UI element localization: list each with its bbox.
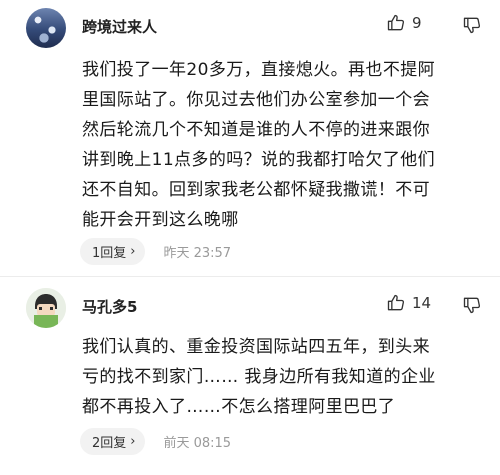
replies-button[interactable]: 1回复 › [80,238,146,265]
like-count: 9 [412,14,422,32]
divider [0,276,500,277]
thumbs-up-icon [387,294,405,311]
comment-line: 里国际站了。你见过去他们办公室参加一个会 [82,90,430,110]
comment-meta: 1回复 › 昨天 23:57 [80,238,231,265]
comment-line: 亏的找不到家门…… 我身边所有我知道的企业 [82,367,436,387]
thumbs-down-icon[interactable] [462,295,482,315]
avatar[interactable] [26,8,66,48]
replies-button[interactable]: 2回复 › [80,428,146,455]
comment-line: 都不再投入了……不怎么搭理阿里巴巴了 [82,397,396,417]
comment-line: 还不自知。回到家我老公都怀疑我撒谎！不可 [82,180,430,200]
replies-label: 2回复 [92,436,127,451]
thumbs-down-icon[interactable] [462,15,482,35]
comment-text: 我们投了一年20多万，直接熄火。再也不提阿 里国际站了。你见过去他们办公室参加一… [82,55,482,235]
comment-line: 能开会开到这么晚哪 [82,210,239,230]
comment-line: 我们认真的、重金投资国际站四五年，到头来 [82,337,430,357]
comment-meta: 2回复 › 前天 08:15 [80,428,231,455]
like-button[interactable]: 14 [386,293,431,313]
like-count: 14 [412,294,432,312]
avatar[interactable] [26,288,66,328]
timestamp: 前天 08:15 [163,436,232,451]
username[interactable]: 马孔多5 [82,296,137,317]
comment-line: 我们投了一年20多万，直接熄火。再也不提阿 [82,60,436,80]
comment-item: 跨境过来人 9 我们投了一年20多万，直接熄火。再也不提阿 里国际站了。你见过去… [0,0,500,275]
thumbs-up-icon [387,14,405,31]
replies-label: 1回复 [92,246,127,261]
avatar-character-icon [26,288,66,328]
comment-text: 我们认真的、重金投资国际站四五年，到头来 亏的找不到家门…… 我身边所有我知道的… [82,332,482,422]
chevron-right-icon: › [130,434,136,449]
comment-line: 讲到晚上11点多的吗？说的我都打哈欠了他们 [82,150,436,170]
like-button[interactable]: 9 [386,13,422,33]
comment-item: 马孔多5 14 我们认真的、重金投资国际站四五年，到头来 亏的找不到家门…… 我… [0,280,500,475]
comment-line: 然后轮流几个不知道是谁的人不停的进来跟你 [82,120,430,140]
chevron-right-icon: › [130,244,136,259]
timestamp: 昨天 23:57 [163,246,232,261]
username[interactable]: 跨境过来人 [82,16,157,37]
